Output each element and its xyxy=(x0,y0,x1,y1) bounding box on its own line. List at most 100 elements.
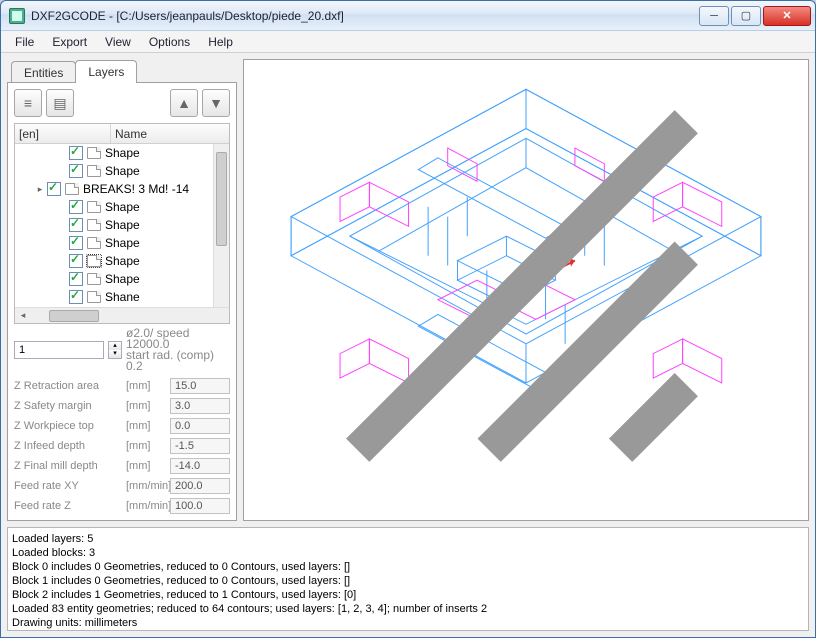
param-label: Z Safety margin xyxy=(14,400,122,412)
param-label: Z Retraction area xyxy=(14,380,122,392)
tool-spin-input[interactable] xyxy=(14,341,104,359)
param-value-input[interactable] xyxy=(170,398,230,414)
layer-tree[interactable]: [en] Name Shape Shape ▸ BREAKS! 3 Md! -14 Sh… xyxy=(14,123,230,324)
row-label: Shape xyxy=(105,272,213,286)
shape-icon xyxy=(65,183,79,195)
row-label: Shape xyxy=(105,218,213,232)
row-label: Shape xyxy=(105,254,213,268)
visibility-checkbox[interactable] xyxy=(69,236,83,250)
param-value-input[interactable] xyxy=(170,378,230,394)
menu-file[interactable]: File xyxy=(7,33,42,51)
tree-row[interactable]: ▸ BREAKS! 3 Md! -14 xyxy=(15,180,213,198)
param-value-input[interactable] xyxy=(170,418,230,434)
expand-icon[interactable]: ▸ xyxy=(33,184,47,195)
tree-header-name[interactable]: Name xyxy=(111,124,229,143)
tree-row[interactable]: Shape xyxy=(15,144,213,162)
tree-hscrollbar[interactable]: ◂ xyxy=(15,307,229,323)
app-icon xyxy=(9,8,25,24)
tree-row[interactable]: Shape xyxy=(15,234,213,252)
log-line: Block 1 includes 0 Geometries, reduced t… xyxy=(12,574,804,588)
param-row: Feed rate Z [mm/min] xyxy=(14,496,230,516)
param-label: Z Workpiece top xyxy=(14,420,122,432)
param-label: Z Infeed depth xyxy=(14,440,122,452)
row-label: BREAKS! 3 Md! -14 xyxy=(83,182,213,196)
collapse-all-button[interactable]: ≡ xyxy=(14,89,42,117)
maximize-button[interactable]: ▢ xyxy=(731,6,761,26)
row-label: Shape xyxy=(105,236,213,250)
shape-icon xyxy=(87,237,101,249)
log-line: Block 2 includes 1 Geometries, reduced t… xyxy=(12,588,804,602)
titlebar: DXF2GCODE - [C:/Users/jeanpauls/Desktop/… xyxy=(1,1,815,31)
param-unit: [mm] xyxy=(126,460,166,472)
param-value-input[interactable] xyxy=(170,498,230,514)
param-row: Z Final mill depth [mm] xyxy=(14,456,230,476)
param-unit: [mm/min] xyxy=(126,500,166,512)
tree-header: [en] Name xyxy=(15,124,229,144)
shape-icon xyxy=(87,291,101,303)
shape-icon xyxy=(87,273,101,285)
visibility-checkbox[interactable] xyxy=(69,164,83,178)
shape-icon xyxy=(87,165,101,177)
shape-icon xyxy=(87,201,101,213)
menu-help[interactable]: Help xyxy=(200,33,241,51)
param-value-input[interactable] xyxy=(170,478,230,494)
visibility-checkbox[interactable] xyxy=(47,182,61,196)
resize-grip-icon xyxy=(240,56,804,516)
side-tabs: Entities Layers xyxy=(7,59,237,83)
window-title: DXF2GCODE - [C:/Users/jeanpauls/Desktop/… xyxy=(31,9,699,23)
param-row: Z Safety margin [mm] xyxy=(14,396,230,416)
visibility-checkbox[interactable] xyxy=(69,290,83,304)
shape-icon xyxy=(87,147,101,159)
log-line: Drawing units: millimeters xyxy=(12,616,804,630)
tree-row[interactable]: Shape xyxy=(15,252,213,270)
menu-view[interactable]: View xyxy=(97,33,139,51)
param-label: Feed rate XY xyxy=(14,480,122,492)
param-label: Z Final mill depth xyxy=(14,460,122,472)
log-panel[interactable]: Loaded layers: 5Loaded blocks: 3Block 0 … xyxy=(7,527,809,631)
move-up-button[interactable]: ▲ xyxy=(170,89,198,117)
row-label: Shape xyxy=(105,146,213,160)
tool-spin-buttons[interactable]: ▴▾ xyxy=(108,341,122,359)
param-unit: [mm] xyxy=(126,440,166,452)
param-row: Z Retraction area [mm] xyxy=(14,376,230,396)
param-row: Z Workpiece top[mm] xyxy=(14,416,230,436)
tree-vscrollbar[interactable] xyxy=(213,144,229,307)
tree-row[interactable]: Shape xyxy=(15,162,213,180)
visibility-checkbox[interactable] xyxy=(69,146,83,160)
tree-header-en[interactable]: [en] xyxy=(15,124,111,143)
param-value-input[interactable] xyxy=(170,438,230,454)
tab-entities[interactable]: Entities xyxy=(11,61,76,83)
param-unit: [mm] xyxy=(126,380,166,392)
param-unit: [mm/min] xyxy=(126,480,166,492)
param-label: Feed rate Z xyxy=(14,500,122,512)
drawing-canvas[interactable] xyxy=(243,59,809,521)
visibility-checkbox[interactable] xyxy=(69,254,83,268)
hint-line1: ø2.0/ speed 12000.0 xyxy=(126,328,230,350)
move-down-button[interactable]: ▼ xyxy=(202,89,230,117)
param-row: Z Infeed depth [mm] xyxy=(14,436,230,456)
menu-export[interactable]: Export xyxy=(44,33,95,51)
tree-row[interactable]: Shape xyxy=(15,270,213,288)
close-button[interactable]: ✕ xyxy=(763,6,811,26)
row-label: Shane xyxy=(105,290,213,304)
menubar: File Export View Options Help xyxy=(1,31,815,53)
param-unit: [mm] xyxy=(126,400,166,412)
param-row: Feed rate XY [mm/min] xyxy=(14,476,230,496)
row-label: Shape xyxy=(105,164,213,178)
tree-row[interactable]: Shane xyxy=(15,288,213,306)
shape-icon xyxy=(87,255,101,267)
log-line: Loaded blocks: 3 xyxy=(12,546,804,560)
row-label: Shape xyxy=(105,200,213,214)
visibility-checkbox[interactable] xyxy=(69,200,83,214)
tree-row[interactable]: Shape xyxy=(15,198,213,216)
tab-layers[interactable]: Layers xyxy=(75,60,137,83)
visibility-checkbox[interactable] xyxy=(69,218,83,232)
expand-all-button[interactable]: ▤ xyxy=(46,89,74,117)
log-line: Loaded 83 entity geometries; reduced to … xyxy=(12,602,804,616)
minimize-button[interactable]: ─ xyxy=(699,6,729,26)
menu-options[interactable]: Options xyxy=(141,33,198,51)
visibility-checkbox[interactable] xyxy=(69,272,83,286)
param-value-input[interactable] xyxy=(170,458,230,474)
tree-row[interactable]: Shape xyxy=(15,216,213,234)
log-line: Loaded layers: 5 xyxy=(12,532,804,546)
